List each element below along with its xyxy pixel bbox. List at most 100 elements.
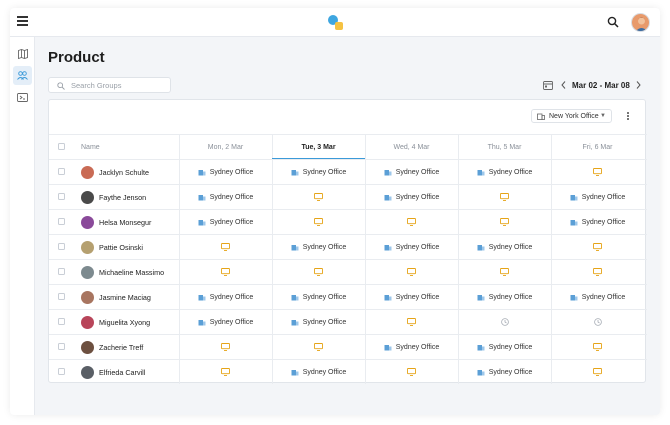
select-all-checkbox[interactable] — [58, 143, 65, 150]
day-cell[interactable] — [551, 310, 644, 334]
building-icon — [570, 195, 578, 201]
row-checkbox[interactable] — [58, 318, 65, 325]
day-cell[interactable]: Sydney Office — [458, 160, 551, 184]
office-filter-select[interactable]: New York Office ▼ — [531, 109, 612, 123]
day-cell[interactable]: Sydney Office — [365, 285, 458, 309]
day-cell[interactable] — [365, 310, 458, 334]
more-options-icon[interactable] — [625, 110, 631, 122]
day-cell[interactable] — [179, 235, 272, 259]
day-cell[interactable] — [272, 260, 365, 284]
location-label: Sydney Office — [395, 243, 440, 251]
prev-week-button[interactable] — [559, 80, 567, 90]
day-cell[interactable] — [272, 335, 365, 359]
user-avatar[interactable] — [631, 13, 650, 32]
location-label: Sydney Office — [488, 168, 533, 176]
day-cell[interactable] — [458, 210, 551, 234]
day-cell[interactable]: Sydney Office — [179, 160, 272, 184]
day-cell[interactable]: Sydney Office — [365, 235, 458, 259]
search-groups-box[interactable] — [48, 77, 171, 93]
building-icon — [198, 220, 206, 226]
day-cell[interactable]: Sydney Office — [458, 285, 551, 309]
avatar — [81, 240, 94, 254]
day-cell[interactable] — [458, 260, 551, 284]
calendar-icon[interactable] — [543, 80, 553, 90]
table-row: Elfrieda Carvill Sydney Office Sydney Offi… — [49, 359, 647, 384]
table-header-row: Name Mon, 2 Mar Tue, 3 Mar Wed, 4 Mar Th… — [49, 134, 647, 160]
day-column-header[interactable]: Fri, 6 Mar — [551, 135, 644, 159]
person-cell: Miguelita Xyong — [81, 310, 150, 334]
location-label: Sydney Office — [209, 318, 254, 326]
day-cell[interactable]: Sydney Office — [179, 310, 272, 334]
person-cell: Jacklyn Schulte — [81, 160, 149, 184]
name-column-header: Name — [81, 143, 100, 151]
day-cell[interactable] — [551, 260, 644, 284]
day-cell[interactable]: Sydney Office — [179, 285, 272, 309]
day-cell[interactable] — [365, 260, 458, 284]
row-checkbox[interactable] — [58, 268, 65, 275]
next-week-button[interactable] — [635, 80, 643, 90]
day-cell[interactable]: Sydney Office — [272, 235, 365, 259]
day-cell[interactable]: Sydney Office — [272, 285, 365, 309]
day-cell[interactable]: Sydney Office — [365, 335, 458, 359]
day-cell[interactable] — [365, 210, 458, 234]
monitor-icon — [314, 343, 323, 351]
day-cell[interactable] — [458, 185, 551, 209]
table-row: Jasmine Maciag Sydney Office Sydney Office… — [49, 284, 647, 309]
day-cell[interactable]: Sydney Office — [458, 335, 551, 359]
sidebar-item-desk[interactable] — [13, 88, 32, 107]
day-cell[interactable]: Sydney Office — [179, 210, 272, 234]
day-cell[interactable]: Sydney Office — [551, 285, 644, 309]
day-column-header[interactable]: Mon, 2 Mar — [179, 135, 272, 159]
day-cell[interactable] — [179, 335, 272, 359]
day-cell[interactable] — [179, 360, 272, 384]
day-cell[interactable] — [365, 360, 458, 384]
building-icon — [291, 245, 299, 251]
person-cell: Zacherie Treff — [81, 335, 143, 359]
day-cell[interactable]: Sydney Office — [272, 360, 365, 384]
day-cell[interactable] — [551, 235, 644, 259]
day-cell[interactable] — [272, 185, 365, 209]
location-label: Sydney Office — [395, 193, 440, 201]
table-row: Jacklyn Schulte Sydney Office Sydney Offic… — [49, 159, 647, 184]
day-column-header[interactable]: Wed, 4 Mar — [365, 135, 458, 159]
person-name: Jasmine Maciag — [99, 292, 151, 302]
day-column-header[interactable]: Thu, 5 Mar — [458, 135, 551, 159]
row-checkbox[interactable] — [58, 243, 65, 250]
search-input[interactable] — [71, 79, 166, 91]
search-icon[interactable] — [607, 16, 619, 28]
sidebar-item-groups[interactable] — [13, 66, 32, 85]
day-cell[interactable]: Sydney Office — [458, 360, 551, 384]
row-checkbox[interactable] — [58, 343, 65, 350]
day-cell[interactable] — [551, 360, 644, 384]
day-cell[interactable]: Sydney Office — [365, 185, 458, 209]
page-title: Product — [48, 49, 105, 66]
building-icon — [537, 113, 545, 120]
location-label: Sydney Office — [302, 318, 347, 326]
location-label: Sydney Office — [395, 168, 440, 176]
row-checkbox[interactable] — [58, 368, 65, 375]
day-cell[interactable] — [551, 335, 644, 359]
day-cell[interactable]: Sydney Office — [551, 185, 644, 209]
day-cell[interactable]: Sydney Office — [458, 235, 551, 259]
day-cell[interactable] — [272, 210, 365, 234]
day-cell[interactable]: Sydney Office — [272, 160, 365, 184]
day-cell[interactable]: Sydney Office — [179, 185, 272, 209]
day-column-header-active[interactable]: Tue, 3 Mar — [272, 135, 365, 159]
monitor-icon — [407, 368, 416, 376]
day-cell[interactable] — [458, 310, 551, 334]
row-checkbox[interactable] — [58, 293, 65, 300]
day-cell[interactable]: Sydney Office — [272, 310, 365, 334]
row-checkbox[interactable] — [58, 218, 65, 225]
chevron-left-icon — [560, 81, 565, 89]
row-checkbox[interactable] — [58, 168, 65, 175]
day-cell[interactable] — [179, 260, 272, 284]
sidebar-item-map[interactable] — [13, 44, 32, 63]
table-row: Helsa Monsegur Sydney Office Sydney Office — [49, 209, 647, 234]
row-checkbox[interactable] — [58, 193, 65, 200]
building-icon — [570, 220, 578, 226]
day-cell[interactable]: Sydney Office — [365, 160, 458, 184]
hamburger-icon[interactable] — [17, 16, 28, 28]
day-cell[interactable] — [551, 160, 644, 184]
chevron-down-icon: ▼ — [600, 113, 606, 119]
day-cell[interactable]: Sydney Office — [551, 210, 644, 234]
